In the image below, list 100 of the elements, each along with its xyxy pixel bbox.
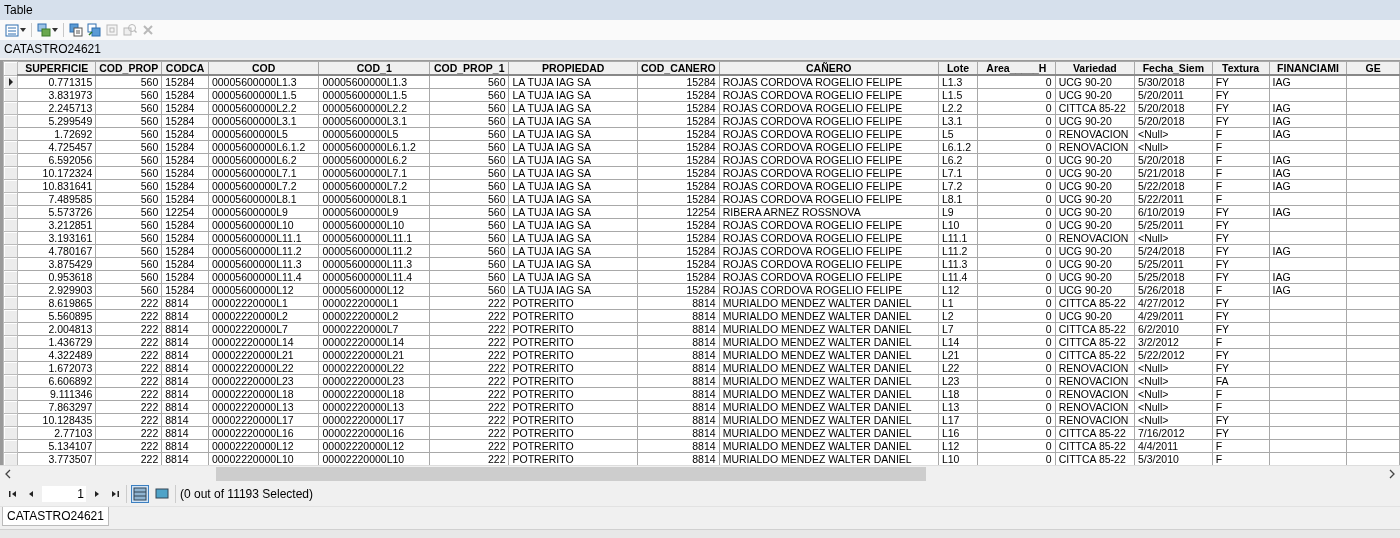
table-cell: 2.77103 [17, 426, 96, 440]
select-by-attributes-button[interactable] [68, 21, 84, 39]
table-cell: 0 [977, 114, 1056, 128]
table-cell: 222 [429, 335, 509, 349]
table-cell: 15284 [637, 179, 720, 193]
table-cell: 0 [977, 218, 1056, 232]
column-header[interactable]: COD [208, 61, 319, 75]
table-cell: 0 [977, 88, 1056, 102]
switch-selection-button[interactable] [86, 21, 102, 39]
zoom-selected-icon [123, 23, 137, 37]
column-header[interactable]: SUPERFICIE [17, 61, 96, 75]
table-cell: LA TUJA IAG SA [509, 166, 638, 180]
table-cell: FY [1212, 218, 1270, 232]
table-cell: 15284 [161, 257, 209, 271]
table-cell: 560 [429, 283, 509, 297]
table-cell: 5/22/2011 [1134, 192, 1213, 206]
table-cell: 15284 [161, 218, 209, 232]
table-cell: LA TUJA IAG SA [509, 127, 638, 141]
scroll-right-icon[interactable] [1388, 469, 1396, 479]
table-cell: 5/26/2018 [1134, 283, 1213, 297]
table-cell: 00002220000L22 [208, 361, 319, 375]
table-cell: FY [1212, 426, 1270, 440]
table-cell: 222 [429, 439, 509, 453]
column-header[interactable]: COD_PROP [95, 61, 162, 75]
column-header[interactable]: CODCA [161, 61, 209, 75]
table-cell: ROJAS CORDOVA ROGELIO FELIPE [719, 114, 939, 128]
table-cell: L14 [938, 335, 978, 349]
table-cell: 15284 [161, 153, 209, 167]
column-header[interactable]: COD_PROP_1 [429, 61, 509, 75]
related-tables-button[interactable] [36, 21, 59, 39]
table-cell: ROJAS CORDOVA ROGELIO FELIPE [719, 244, 939, 258]
table-cell: 00005600000L1.5 [318, 88, 430, 102]
table-cell: 00002220000L13 [318, 400, 430, 414]
scroll-thumb[interactable] [216, 467, 926, 481]
table-cell: 6.592056 [17, 153, 96, 167]
table-cell: 0 [977, 205, 1056, 219]
table-cell: 8814 [637, 400, 720, 414]
column-header[interactable]: Fecha_Siem [1134, 61, 1213, 75]
table-cell: UCG 90-20 [1055, 153, 1135, 167]
table-cell: 0 [977, 179, 1056, 193]
table-cell: 8814 [637, 335, 720, 349]
table-cell: 8814 [161, 374, 209, 388]
table-cell: 10.128435 [17, 413, 96, 427]
table-cell: L7.1 [938, 166, 978, 180]
all-records-view-button[interactable] [131, 485, 149, 503]
table-cell: LA TUJA IAG SA [509, 244, 638, 258]
column-header[interactable]: CAÑERO [719, 61, 939, 75]
table-cell: 00002220000L14 [318, 335, 430, 349]
column-header[interactable]: COD_1 [318, 61, 430, 75]
column-header[interactable]: PROPIEDAD [509, 61, 638, 75]
record-number-field[interactable]: 1 [42, 486, 86, 502]
table-cell: 560 [429, 114, 509, 128]
table-cell: CITTCA 85-22 [1055, 439, 1135, 453]
table-cell: RENOVACION [1055, 231, 1135, 245]
table-cell: 15284 [637, 218, 720, 232]
column-header[interactable]: Textura [1212, 61, 1270, 75]
table-cell: 00005600000L11.3 [318, 257, 430, 271]
table-cell: 222 [95, 322, 162, 336]
column-header[interactable]: Area_____H [977, 61, 1056, 75]
table-cell: 12254 [637, 205, 720, 219]
table-cell: F [1212, 153, 1270, 167]
table-cell: POTRERITO [509, 322, 638, 336]
table-cell: FY [1212, 231, 1270, 245]
table-options-button[interactable] [4, 21, 27, 39]
table-cell: 5.134107 [17, 439, 96, 453]
column-header[interactable]: COD_CANERO [637, 61, 720, 75]
scroll-left-icon[interactable] [4, 469, 12, 479]
table-cell: 4/29/2011 [1134, 309, 1213, 323]
table-cell: ROJAS CORDOVA ROGELIO FELIPE [719, 75, 939, 89]
table-cell: 15284 [161, 88, 209, 102]
table-cell: 15284 [637, 257, 720, 271]
table-cell: MURIALDO MENDEZ WALTER DANIEL [719, 296, 939, 310]
table-cell: 15284 [637, 192, 720, 206]
table-cell: 15284 [637, 114, 720, 128]
table-cell: 0 [977, 361, 1056, 375]
table-cell: 0 [977, 101, 1056, 115]
table-cell: FY [1212, 296, 1270, 310]
table-cell: 0.953618 [17, 270, 96, 284]
table-cell: 222 [95, 426, 162, 440]
column-header[interactable]: FINANCIAMI [1269, 61, 1347, 75]
table-cell: 560 [95, 127, 162, 141]
column-header[interactable]: Lote [938, 61, 978, 75]
table-cell: 0 [977, 296, 1056, 310]
table-cell: ROJAS CORDOVA ROGELIO FELIPE [719, 166, 939, 180]
table-cell: 3.875429 [17, 257, 96, 271]
table-cell: L23 [938, 374, 978, 388]
table-cell: 4/4/2011 [1134, 439, 1213, 453]
table-cell: <Null> [1134, 400, 1213, 414]
table-tab[interactable]: CATASTRO24621 [2, 507, 109, 526]
table-cell: UCG 90-20 [1055, 218, 1135, 232]
table-options-icon [5, 23, 19, 37]
column-header[interactable]: Variedad [1055, 61, 1135, 75]
table-cell: POTRERITO [509, 296, 638, 310]
table-cell: 8814 [637, 374, 720, 388]
table-cell: 0.771315 [17, 75, 96, 89]
table-cell: 5/20/2018 [1134, 101, 1213, 115]
column-header[interactable]: GE [1346, 61, 1400, 75]
table-cell: 00002220000L13 [208, 400, 319, 414]
table-cell: 7/16/2012 [1134, 426, 1213, 440]
horizontal-scrollbar[interactable] [0, 465, 1400, 482]
